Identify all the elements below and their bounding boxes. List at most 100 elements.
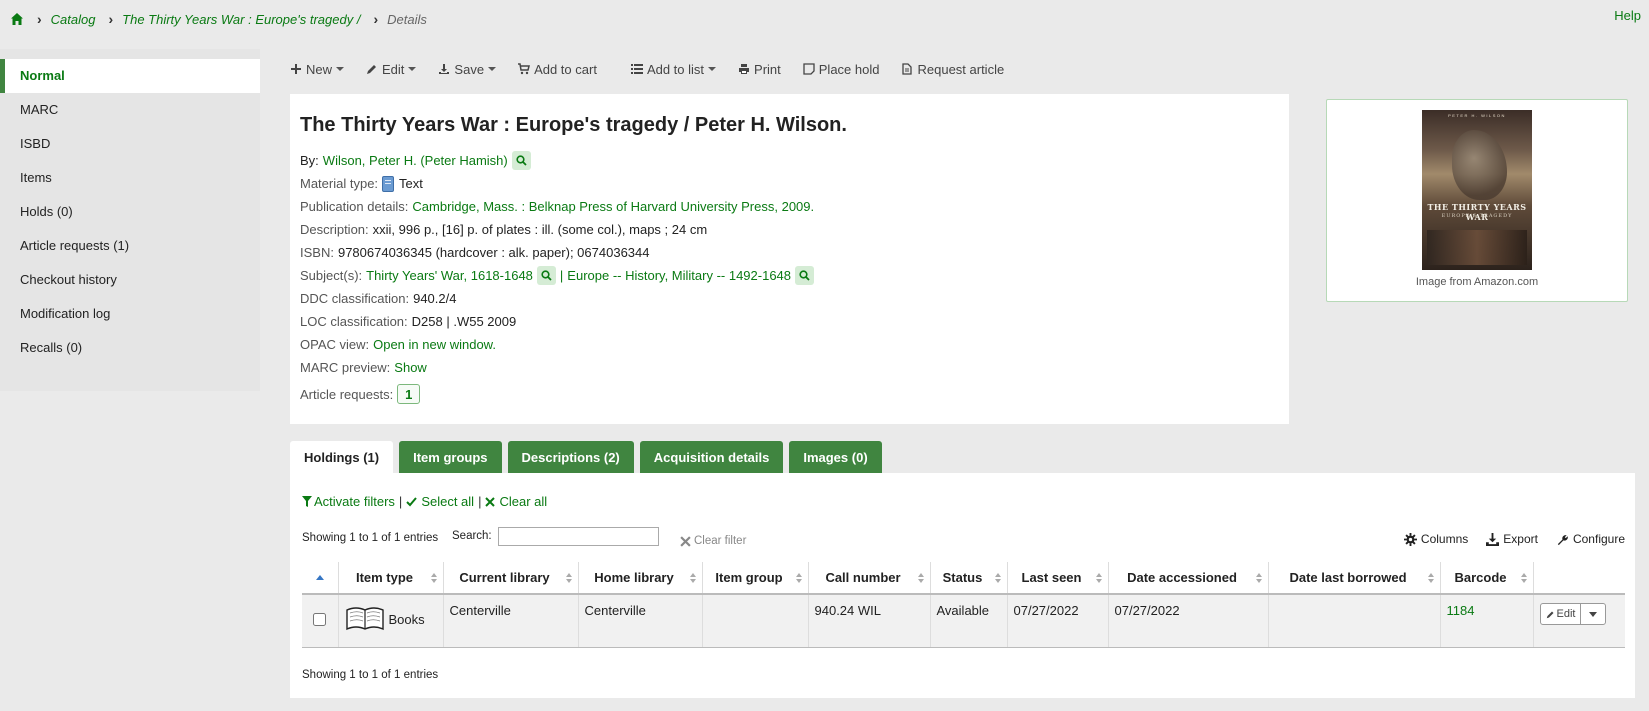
search-icon[interactable] xyxy=(511,151,531,170)
col-current-library[interactable]: Current library xyxy=(443,562,579,595)
clear-all-link[interactable]: Clear all xyxy=(499,494,547,509)
printer-icon xyxy=(739,64,750,74)
col-last-seen[interactable]: Last seen xyxy=(1007,562,1109,595)
caret-down-icon xyxy=(336,67,345,71)
col-barcode-label: Barcode xyxy=(1454,570,1507,585)
clear-filter-button[interactable]: Clear filter xyxy=(680,535,746,547)
sidebar-item-marc[interactable]: MARC xyxy=(0,93,260,127)
subject-link-1[interactable]: Thirty Years' War, 1618-1648 xyxy=(366,268,533,283)
clear-filter-label: Clear filter xyxy=(694,535,747,547)
col-status[interactable]: Status xyxy=(930,562,1008,595)
isbn-value: 9780674036345 (hardcover : alk. paper); … xyxy=(337,245,650,260)
breadcrumb-catalog[interactable]: Catalog xyxy=(51,12,96,27)
sticky-note-icon xyxy=(803,63,815,75)
breadcrumb-record[interactable]: The Thirty Years War : Europe's tragedy … xyxy=(122,12,360,27)
isbn-row: ISBN: 9780674036345 (hardcover : alk. pa… xyxy=(300,241,1279,264)
item-edit-button[interactable]: Edit xyxy=(1541,604,1582,624)
save-button[interactable]: Save xyxy=(438,61,497,77)
marc-preview-link[interactable]: Show xyxy=(394,360,427,375)
chevron-right-icon: › xyxy=(108,11,114,27)
sidebar-item-normal[interactable]: Normal xyxy=(0,59,260,93)
place-hold-label: Place hold xyxy=(818,61,880,77)
select-column-header[interactable] xyxy=(302,562,339,595)
tab-holdings[interactable]: Holdings (1) xyxy=(290,441,394,473)
tab-descriptions[interactable]: Descriptions (2) xyxy=(507,441,634,473)
search-icon[interactable] xyxy=(795,266,815,285)
sort-icon xyxy=(1427,573,1434,583)
sort-ascending-icon xyxy=(316,575,324,580)
cover-image[interactable]: PETER H. WILSON THE THIRTY YEARS WAR EUR… xyxy=(1422,110,1532,270)
columns-button[interactable]: Columns xyxy=(1403,532,1468,546)
home-icon[interactable] xyxy=(10,12,24,26)
barcode-link[interactable]: 1184 xyxy=(1447,603,1475,618)
col-call-number[interactable]: Call number xyxy=(808,562,931,595)
subject-separator: | xyxy=(559,268,564,283)
sidebar-item-items[interactable]: Items xyxy=(0,161,260,195)
edit-button[interactable]: Edit xyxy=(366,62,417,77)
col-item-type[interactable]: Item type xyxy=(338,562,444,595)
sidebar-item-modification-log[interactable]: Modification log xyxy=(0,297,260,331)
sidebar-item-article-requests[interactable]: Article requests (1) xyxy=(0,229,260,263)
col-date-accessioned-label: Date accessioned xyxy=(1127,570,1237,585)
col-date-last-borrowed[interactable]: Date last borrowed xyxy=(1268,562,1441,595)
record-details: The Thirty Years War : Europe's tragedy … xyxy=(290,94,1289,424)
select-all-link[interactable]: Select all xyxy=(421,494,474,509)
tab-item-groups[interactable]: Item groups xyxy=(399,441,502,473)
sidebar-item-checkout-history[interactable]: Checkout history xyxy=(0,263,260,297)
sort-icon xyxy=(795,573,802,583)
configure-label: Configure xyxy=(1572,532,1625,546)
export-button[interactable]: Export xyxy=(1486,532,1538,546)
tab-acquisition-details[interactable]: Acquisition details xyxy=(639,441,784,473)
tab-images[interactable]: Images (0) xyxy=(789,441,882,473)
col-current-library-label: Current library xyxy=(459,570,550,585)
material-row: Material type: Text xyxy=(300,172,1279,195)
col-barcode[interactable]: Barcode xyxy=(1440,562,1534,595)
request-article-button[interactable]: Request article xyxy=(901,62,1004,77)
cover-title: THE THIRTY YEARS WAR xyxy=(1427,202,1527,222)
search-input[interactable] xyxy=(498,527,659,546)
sidebar-item-holds[interactable]: Holds (0) xyxy=(0,195,260,229)
wrench-icon xyxy=(1557,534,1568,545)
author-row: By: Wilson, Peter H. (Peter Hamish) xyxy=(300,149,1279,172)
ddc-row: DDC classification: 940.2/4 xyxy=(300,287,1279,310)
new-button[interactable]: New xyxy=(290,62,345,77)
item-edit-dropdown[interactable] xyxy=(1581,604,1605,624)
col-home-library[interactable]: Home library xyxy=(578,562,703,595)
sidebar-item-recalls[interactable]: Recalls (0) xyxy=(0,331,260,365)
col-item-group-label: Item group xyxy=(715,570,783,585)
row-select-cell xyxy=(302,594,339,648)
request-article-label: Request article xyxy=(917,61,1005,77)
author-link[interactable]: Wilson, Peter H. (Peter Hamish) xyxy=(323,153,508,168)
print-label: Print xyxy=(754,61,781,77)
print-button[interactable]: Print xyxy=(738,62,781,77)
configure-button[interactable]: Configure xyxy=(1556,532,1625,546)
subject-link-2[interactable]: Europe -- History, Military -- 1492-1648 xyxy=(567,268,791,283)
pencil-icon xyxy=(367,65,377,74)
activate-filters-link[interactable]: Activate filters xyxy=(314,494,395,509)
chevron-right-icon: › xyxy=(373,11,379,27)
marc-preview-label: MARC preview: xyxy=(300,360,391,375)
cover-caption: Image from Amazon.com xyxy=(1415,276,1539,288)
call-number-cell: 940.24 WIL xyxy=(808,594,931,648)
col-item-group[interactable]: Item group xyxy=(702,562,809,595)
place-hold-button[interactable]: Place hold xyxy=(803,61,880,77)
cart-icon xyxy=(518,63,531,75)
col-date-accessioned[interactable]: Date accessioned xyxy=(1108,562,1269,595)
opac-link[interactable]: Open in new window. xyxy=(373,337,496,352)
sidebar-item-isbd[interactable]: ISBD xyxy=(0,127,260,161)
holdings-panel: Activate filters | Select all | Clear al… xyxy=(290,473,1635,698)
add-to-cart-button[interactable]: Add to cart xyxy=(518,62,597,77)
list-icon xyxy=(630,64,643,74)
date-last-borrowed-cell xyxy=(1268,594,1441,648)
save-label: Save xyxy=(454,61,485,77)
add-to-list-button[interactable]: Add to list xyxy=(630,62,717,77)
by-label: By: xyxy=(300,153,319,168)
help-link[interactable]: Help xyxy=(1614,8,1641,23)
status-cell: Available xyxy=(930,594,1008,648)
article-requests-count[interactable]: 1 xyxy=(397,384,421,404)
isbn-label: ISBN: xyxy=(300,245,334,260)
search-icon[interactable] xyxy=(536,266,556,285)
pipe-separator: | xyxy=(478,494,482,509)
row-checkbox[interactable] xyxy=(313,612,327,626)
publication-link[interactable]: Cambridge, Mass. : Belknap Press of Harv… xyxy=(412,199,814,214)
